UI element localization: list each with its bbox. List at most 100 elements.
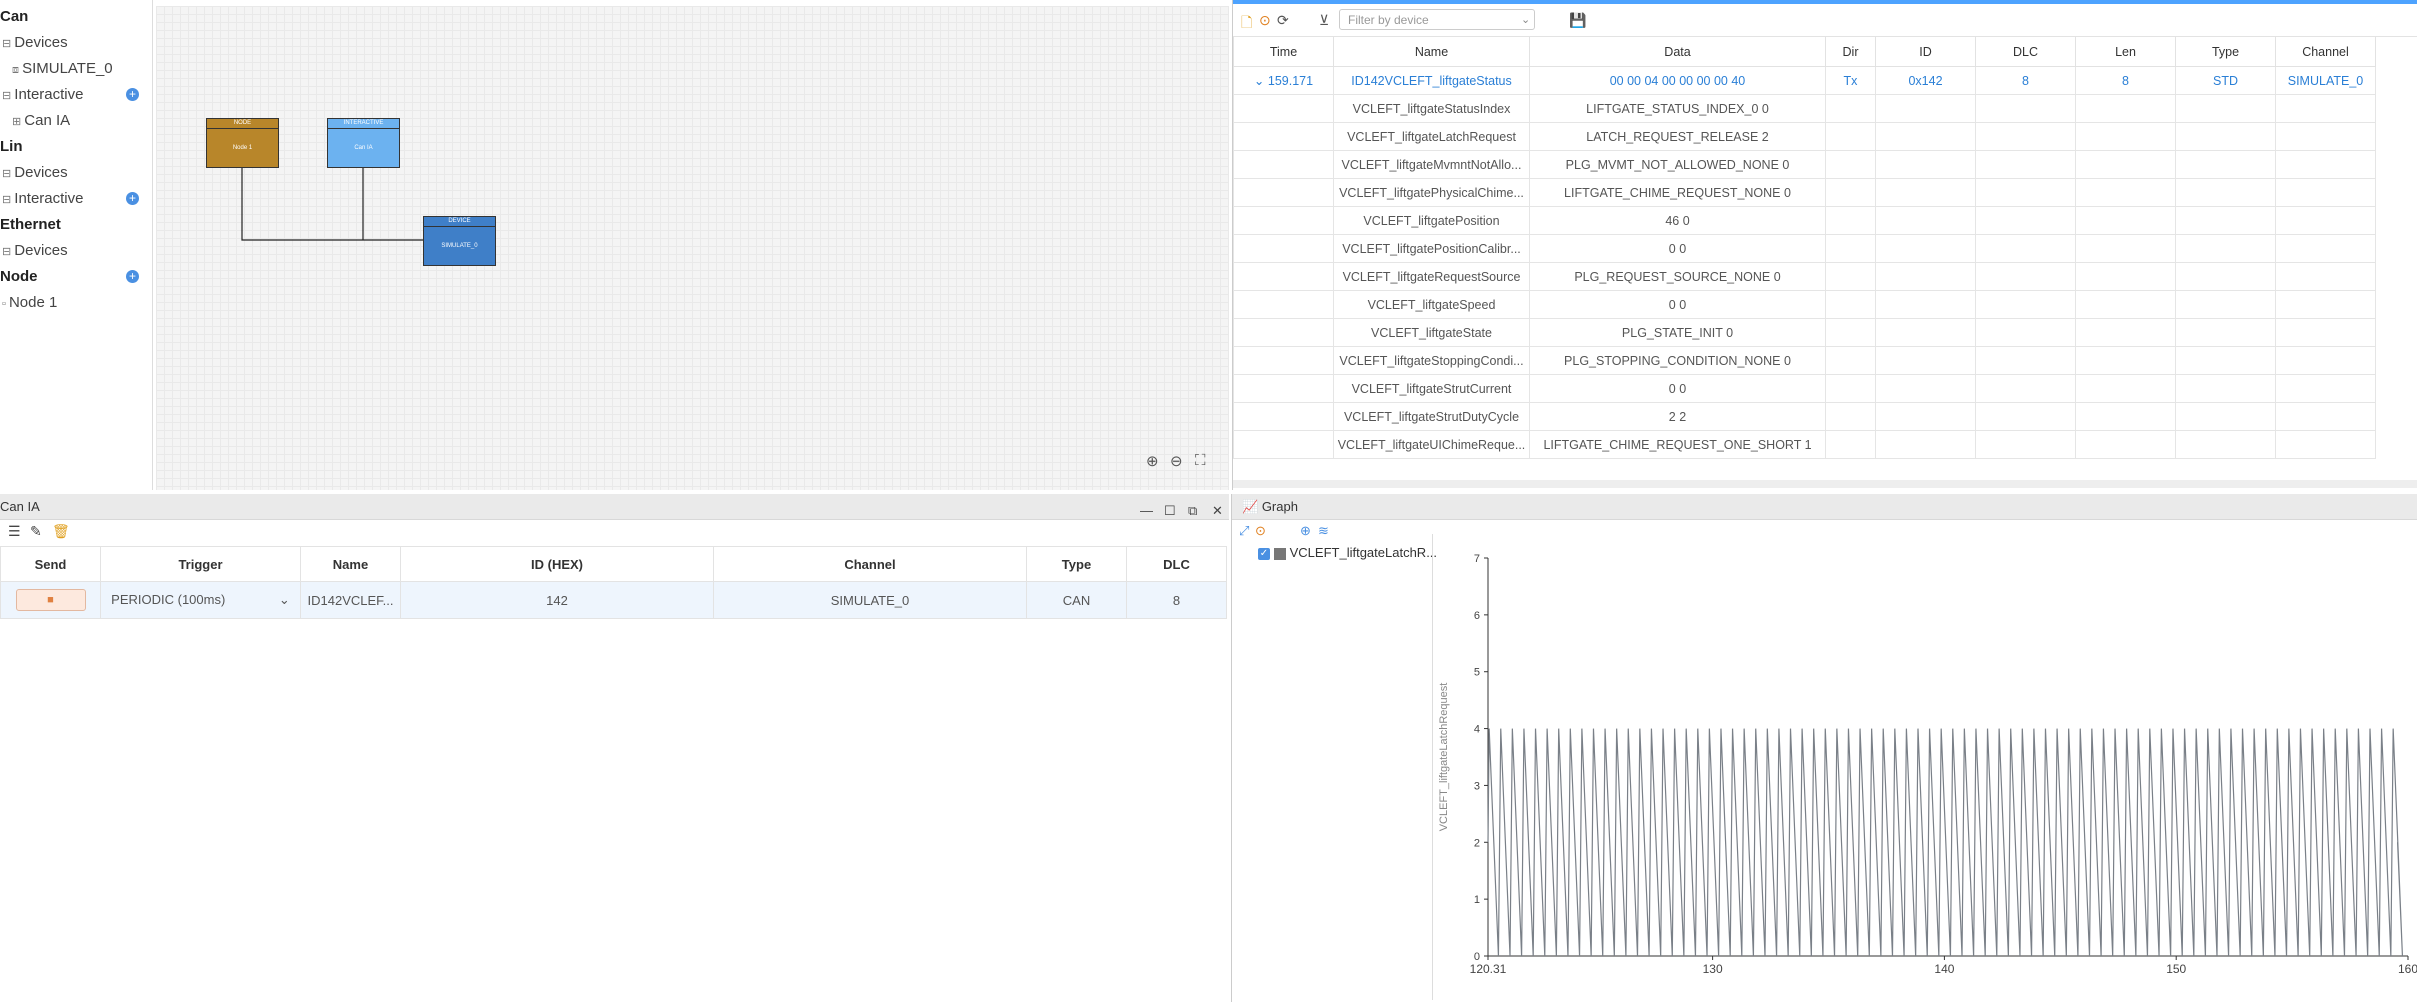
stop-send-button[interactable]: ■ bbox=[15, 589, 86, 611]
column-header[interactable]: Dir bbox=[1825, 37, 1876, 67]
graph-title: Graph bbox=[1261, 499, 1298, 514]
line-chart[interactable]: 01234567120.31 130 140 150 160VCLEFT_liftgat… bbox=[1433, 542, 2417, 1000]
zoom-out-icon[interactable]: ⊖ bbox=[1170, 452, 1183, 470]
column-header[interactable]: Time bbox=[1233, 37, 1334, 67]
tree-item-lin-devices[interactable]: ⊟ Devices bbox=[2, 162, 68, 184]
signal-value: 46 0 bbox=[1529, 206, 1826, 235]
signal-row[interactable]: VCLEFT_liftgateLatchRequest LATCH_REQUEST… bbox=[1233, 122, 2376, 151]
signal-row[interactable]: VCLEFT_liftgatePositionCalibr... 0 0 bbox=[1233, 234, 2376, 263]
add-lin-interactive-icon[interactable]: + bbox=[126, 192, 139, 205]
tree-item-lin-interactive[interactable]: ⊟ Interactive bbox=[2, 188, 83, 210]
tree-section-can[interactable]: Can bbox=[0, 6, 28, 28]
new-file-icon[interactable]: 🗋 bbox=[1241, 12, 1252, 36]
empty-cell bbox=[2175, 262, 2276, 291]
maximize-icon[interactable]: ☐ bbox=[1164, 498, 1176, 523]
delete-icon[interactable]: 🗑 bbox=[52, 523, 70, 540]
tree-section-node[interactable]: Node bbox=[0, 266, 38, 288]
empty-cell bbox=[1825, 290, 1876, 319]
column-header[interactable]: Type bbox=[2175, 37, 2276, 67]
signal-row[interactable]: VCLEFT_liftgateStatusIndex LIFTGATE_STATU… bbox=[1233, 94, 2376, 123]
column-header[interactable]: Name bbox=[1333, 37, 1530, 67]
signal-row[interactable]: VCLEFT_liftgateSpeed 0 0 bbox=[1233, 290, 2376, 319]
save-icon[interactable]: 💾 bbox=[1569, 12, 1586, 29]
signal-row[interactable]: VCLEFT_liftgateState PLG_STATE_INIT 0 bbox=[1233, 318, 2376, 347]
series-swatch bbox=[1274, 547, 1286, 560]
ia-row[interactable]: ■ PERIODIC (100ms) ⌄ ID142VCLEF... 142 SIMUL… bbox=[0, 581, 1227, 619]
expand-icon[interactable]: ⤢ bbox=[1239, 523, 1249, 539]
column-header[interactable]: Data bbox=[1529, 37, 1826, 67]
node-card-simulate-0[interactable]: DEVICE SIMULATE_0 bbox=[423, 216, 496, 266]
add-can-interactive-icon[interactable]: + bbox=[126, 88, 139, 101]
tree-section-ethernet[interactable]: Ethernet bbox=[0, 214, 61, 236]
empty-cell bbox=[1233, 430, 1334, 459]
zoom-in-icon[interactable]: ⊕ bbox=[1146, 452, 1159, 470]
signal-name: VCLEFT_liftgatePositionCalibr... bbox=[1333, 234, 1530, 263]
column-header[interactable]: Channel bbox=[2275, 37, 2376, 67]
minimize-icon[interactable]: — bbox=[1140, 498, 1153, 523]
column-header[interactable]: Send bbox=[0, 546, 101, 582]
empty-cell bbox=[1975, 262, 2076, 291]
tree-item-simulate-0[interactable]: ⧈ SIMULATE_0 bbox=[12, 58, 113, 80]
loop-icon[interactable]: ⟳ bbox=[1277, 12, 1289, 29]
column-header[interactable]: ID (HEX) bbox=[400, 546, 714, 582]
add-signal-icon[interactable]: ⊕ bbox=[1300, 523, 1311, 539]
empty-cell bbox=[2075, 122, 2176, 151]
column-header[interactable]: Name bbox=[300, 546, 401, 582]
column-header[interactable]: Type bbox=[1026, 546, 1127, 582]
signal-row[interactable]: VCLEFT_liftgateStrutDutyCycle 2 2 bbox=[1233, 402, 2376, 431]
column-header[interactable]: ID bbox=[1875, 37, 1976, 67]
empty-cell bbox=[1875, 290, 1976, 319]
fit-view-icon[interactable]: ⛶ bbox=[1195, 452, 1206, 469]
database-icon[interactable]: ☰ bbox=[8, 523, 21, 540]
empty-cell bbox=[2275, 430, 2376, 459]
signal-row[interactable]: VCLEFT_liftgateStrutCurrent 0 0 bbox=[1233, 374, 2376, 403]
signal-row[interactable]: VCLEFT_liftgatePhysicalChime... LIFTGATE_… bbox=[1233, 178, 2376, 207]
column-header[interactable]: DLC bbox=[1126, 546, 1227, 582]
popout-icon[interactable]: ⧉ bbox=[1188, 498, 1197, 523]
node-card-header: NODE bbox=[207, 119, 278, 129]
expand-chevron-icon[interactable]: ⌄ bbox=[1254, 74, 1268, 88]
node-card-can-ia[interactable]: INTERACTIVE Can IA bbox=[327, 118, 400, 168]
horizontal-scrollbar[interactable] bbox=[1233, 480, 2417, 488]
signal-row[interactable]: VCLEFT_liftgateUIChimeReque... LIFTGATE_C… bbox=[1233, 430, 2376, 459]
chevron-down-icon[interactable]: ⌄ bbox=[275, 592, 290, 607]
settings-icon[interactable]: ⊙ bbox=[1255, 523, 1266, 539]
checkbox[interactable]: ✓ bbox=[1258, 547, 1270, 560]
column-header[interactable]: DLC bbox=[1975, 37, 2076, 67]
close-icon[interactable]: ✕ bbox=[1212, 498, 1223, 523]
empty-cell bbox=[2075, 430, 2176, 459]
tree-item-node-1[interactable]: ▫ Node 1 bbox=[2, 292, 57, 314]
column-header[interactable]: Trigger bbox=[100, 546, 301, 582]
edit-icon[interactable]: ✎ bbox=[30, 523, 42, 540]
series-legend-item[interactable]: ✓ VCLEFT_liftgateLatchR... bbox=[1258, 545, 1437, 560]
empty-cell bbox=[2275, 94, 2376, 123]
tree-item-can-ia[interactable]: ⊞ Can IA bbox=[12, 110, 70, 132]
cell-type: CAN bbox=[1026, 581, 1127, 619]
tree-item-ethernet-devices[interactable]: ⊟ Devices bbox=[2, 240, 68, 262]
empty-cell bbox=[1233, 290, 1334, 319]
message-row[interactable]: ⌄ 159.171 ID142VCLEFT_liftgateStatus 00 00… bbox=[1233, 66, 2376, 95]
wave-icon[interactable]: ≋ bbox=[1318, 523, 1329, 539]
node-card-node1[interactable]: NODE Node 1 bbox=[206, 118, 279, 168]
tree-item-can-devices[interactable]: ⊟ Devices bbox=[2, 32, 68, 54]
add-node-icon[interactable]: + bbox=[126, 270, 139, 283]
record-icon[interactable]: ⊙ bbox=[1259, 12, 1271, 29]
empty-cell bbox=[2075, 178, 2176, 207]
device-filter-select[interactable]: Filter by device bbox=[1339, 9, 1535, 30]
tree-item-can-interactive[interactable]: ⊟ Interactive bbox=[2, 84, 83, 106]
column-header[interactable]: Len bbox=[2075, 37, 2176, 67]
y-axis-label: VCLEFT_liftgateLatchRequest bbox=[1438, 683, 1450, 832]
empty-cell bbox=[2175, 374, 2276, 403]
signal-row[interactable]: VCLEFT_liftgatePosition 46 0 bbox=[1233, 206, 2376, 235]
connection-node-device bbox=[241, 168, 424, 241]
node-card-header: INTERACTIVE bbox=[328, 119, 399, 129]
topology-canvas[interactable]: NODE Node 1 INTERACTIVE Can IA DEVICE SI… bbox=[156, 6, 1229, 490]
signal-row[interactable]: VCLEFT_liftgateMvmntNotAllo... PLG_MVMT_N… bbox=[1233, 150, 2376, 179]
tree-section-lin[interactable]: Lin bbox=[0, 136, 23, 158]
trigger-select[interactable]: PERIODIC (100ms) bbox=[111, 592, 225, 607]
signal-row[interactable]: VCLEFT_liftgateStoppingCondi... PLG_STOPP… bbox=[1233, 346, 2376, 375]
signal-row[interactable]: VCLEFT_liftgateRequestSource PLG_REQUEST_… bbox=[1233, 262, 2376, 291]
empty-cell bbox=[1825, 374, 1876, 403]
column-header[interactable]: Channel bbox=[713, 546, 1027, 582]
clear-filter-icon[interactable]: ⊻ bbox=[1319, 12, 1329, 29]
